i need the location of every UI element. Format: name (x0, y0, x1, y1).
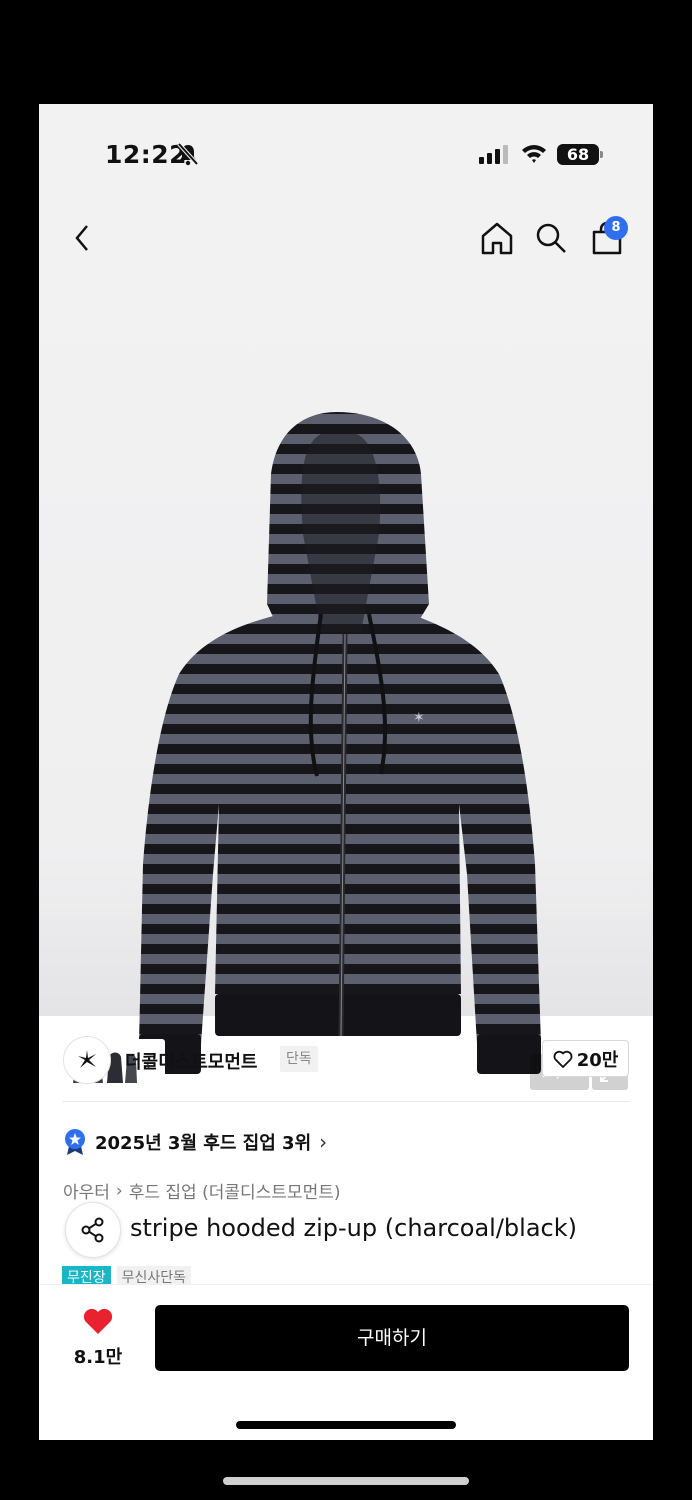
brand-logo[interactable] (63, 1036, 111, 1084)
battery-level: 68 (557, 144, 603, 165)
breadcrumb-category[interactable]: 아우터 (63, 1178, 110, 1203)
search-button[interactable] (533, 220, 569, 256)
chevron-left-icon (75, 225, 88, 251)
status-time: 12:22 (105, 140, 188, 169)
ranking-text: 2025년 3월 후드 집업 3위 (95, 1133, 312, 1154)
bell-muted-icon (177, 142, 199, 166)
cellular-signal-icon (479, 145, 508, 164)
brand-like-count: 20만 (576, 1049, 619, 1071)
brand-row: 더콜디스트모먼트 단독 20만 (39, 1016, 653, 1104)
home-indicator (236, 1421, 456, 1429)
share-icon (81, 1217, 104, 1243)
buy-button[interactable]: 구매하기 (155, 1305, 629, 1371)
wishlist-count: 8.1만 (73, 1347, 123, 1368)
brand-exclusive-tag: 단독 (280, 1046, 318, 1072)
home-button[interactable] (479, 220, 515, 256)
wishlist-button[interactable]: 8.1만 (63, 1307, 133, 1377)
product-photo-hoodie: ✶ (139, 412, 541, 1074)
cart-count-badge: 8 (604, 216, 628, 240)
chevron-right-icon: › (319, 1130, 328, 1154)
app-screen: 12:22 68 ✶ › 8 더콜디스트모먼트 단독 20만 2025년 3월 … (39, 104, 653, 1440)
divider (63, 1101, 629, 1102)
product-image-gallery[interactable]: ✶ › 1 / 5 (39, 204, 653, 1091)
brand-star-logo-icon (78, 1050, 96, 1068)
search-icon (536, 223, 566, 253)
breadcrumb: 아우터 › 후드 집업 (더콜디스트모먼트) (63, 1178, 341, 1204)
product-title: stripe hooded zip-up (charcoal/black) (130, 1214, 577, 1242)
heart-outline-icon (553, 1050, 573, 1068)
brand-like-button[interactable]: 20만 (542, 1040, 629, 1077)
share-button[interactable] (65, 1202, 121, 1258)
home-icon (481, 222, 513, 255)
back-button[interactable] (67, 216, 97, 260)
status-bar: 12:22 68 (39, 104, 653, 204)
wifi-icon (522, 145, 546, 163)
breadcrumb-subcategory[interactable]: 후드 집업 (더콜디스트모먼트) (129, 1178, 341, 1203)
svg-text:✶: ✶ (413, 710, 425, 726)
chevron-right-icon: › (115, 1180, 123, 1201)
ranking-medal-icon (65, 1129, 85, 1155)
ranking-link[interactable]: 2025년 3월 후드 집업 3위 › (63, 1126, 327, 1158)
purchase-bar: 8.1만 구매하기 (39, 1284, 653, 1440)
brand-name[interactable]: 더콜디스트모먼트 (125, 1048, 257, 1074)
heart-filled-icon (83, 1308, 113, 1334)
outer-home-indicator (223, 1477, 469, 1485)
